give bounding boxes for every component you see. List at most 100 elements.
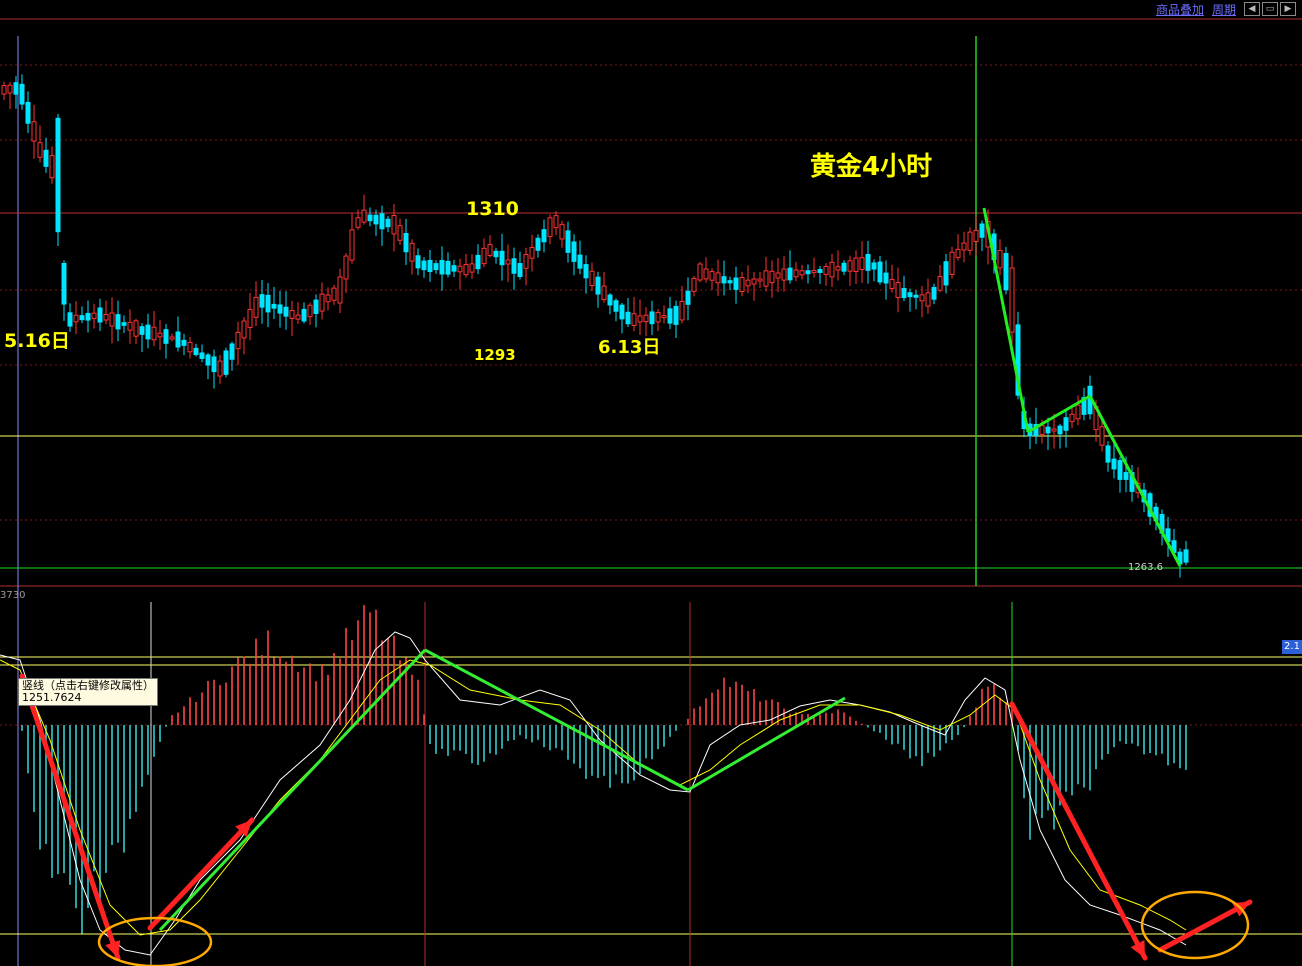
candle-body-146	[877, 261, 883, 283]
left-arrow-icon[interactable]: ◀	[1244, 2, 1260, 16]
candle-body-83	[499, 250, 505, 266]
candle-body-161	[967, 231, 973, 251]
overlay-button[interactable]: 商品叠加	[1156, 1, 1204, 18]
candle-body-153	[919, 294, 925, 302]
candle-body-20	[121, 322, 127, 326]
candle-body-35	[211, 356, 217, 373]
candle-body-25	[151, 326, 157, 341]
candle-body-77	[463, 264, 469, 276]
candle-body-0	[1, 85, 7, 95]
grid	[0, 18, 1302, 966]
candle-body-85	[511, 258, 517, 274]
low-price-label: 1263.6	[1128, 562, 1163, 573]
right-arrow-icon[interactable]: ▶	[1280, 2, 1296, 16]
candle-body-39	[235, 331, 241, 350]
candle-body-5	[31, 121, 37, 142]
candle-body-14	[85, 312, 91, 321]
candle-body-134	[805, 270, 811, 275]
candle-body-95	[571, 241, 577, 262]
candle-body-89	[535, 237, 541, 251]
candle-body-31	[187, 342, 193, 353]
candle-body-7	[43, 149, 49, 167]
candle-body-92	[553, 215, 559, 229]
candle-body-176	[1057, 425, 1063, 435]
candle-body-187	[1123, 472, 1129, 480]
candle-body-174	[1045, 426, 1051, 434]
candle-body-116	[697, 263, 703, 281]
candle-body-155	[931, 286, 937, 300]
candle-body-8	[49, 155, 55, 179]
candle-body-87	[523, 254, 529, 269]
candle-body-140	[841, 262, 847, 272]
candle-body-53	[319, 293, 325, 312]
candle-body-175	[1051, 428, 1057, 432]
candle-body-24	[145, 324, 151, 340]
macd-dea-line	[0, 659, 1187, 936]
candle-body-90	[541, 229, 547, 243]
candle-body-30	[181, 339, 187, 346]
candle-body-13	[79, 315, 85, 321]
candle-body-139	[835, 266, 841, 271]
candle-body-126	[757, 278, 763, 282]
candle-body-129	[775, 272, 781, 279]
candle-body-106	[637, 315, 643, 323]
candle-body-173	[1039, 425, 1045, 435]
candle-body-152	[913, 294, 919, 298]
candle-body-110	[661, 315, 667, 319]
candle-body-94	[565, 230, 571, 253]
candle-body-166	[997, 250, 1003, 269]
candle-body-19	[115, 314, 121, 330]
candle-body-102	[613, 300, 619, 312]
candle-body-26	[157, 332, 163, 338]
candle-body-84	[505, 259, 511, 265]
macd-top-label: 3730	[0, 590, 26, 601]
candle-body-1	[7, 84, 13, 94]
period-button[interactable]: 周期	[1212, 1, 1236, 18]
candle-body-147	[883, 272, 889, 284]
candle-body-167	[1003, 253, 1009, 291]
candle-body-55	[331, 287, 337, 301]
candle-body-80	[481, 247, 487, 265]
candle-body-124	[745, 279, 751, 287]
candle-body-148	[889, 279, 895, 289]
candle-body-48	[289, 309, 295, 319]
candle-body-23	[139, 326, 145, 335]
restore-icon[interactable]: ▭	[1262, 2, 1278, 16]
candle-body-27	[163, 329, 169, 344]
candle-body-44	[265, 294, 271, 313]
candle-body-43	[259, 294, 265, 308]
candle-body-111	[667, 308, 673, 324]
candle-body-79	[475, 254, 481, 270]
candle-body-185	[1111, 458, 1117, 470]
gold-4h-chart	[0, 18, 1302, 966]
candle-body-86	[517, 263, 523, 277]
candle-body-98	[589, 270, 595, 286]
candle-body-137	[823, 265, 829, 275]
candle-body-33	[199, 352, 205, 359]
candle-body-136	[817, 269, 823, 273]
candle-body-141	[847, 260, 853, 272]
candle-body-6	[37, 142, 43, 158]
candle-body-107	[643, 314, 649, 323]
annotation-1293: 1293	[474, 346, 516, 364]
price-trend-line-2	[1088, 395, 1182, 567]
annotation-1310: 1310	[466, 198, 519, 220]
candle-body-47	[283, 306, 289, 317]
candle-body-41	[247, 308, 253, 328]
candle-body-160	[961, 242, 967, 251]
candle-body-22	[133, 320, 139, 337]
macd-dif-line	[0, 631, 1187, 956]
candle-body-197	[1183, 549, 1189, 563]
candle-body-34	[205, 354, 211, 366]
candle-body-97	[583, 264, 589, 279]
candle-body-9	[55, 117, 61, 233]
candle-body-151	[907, 292, 913, 298]
vertical-line-tooltip: 竖线（点击右键修改属性） 1251.7624	[18, 678, 158, 706]
candle-body-3	[19, 83, 25, 105]
candle-body-156	[937, 275, 943, 291]
candle-body-120	[721, 276, 727, 284]
candle-body-42	[253, 296, 259, 318]
candle-body-64	[385, 218, 391, 228]
candle-body-132	[793, 269, 799, 278]
candle-body-37	[223, 350, 229, 375]
